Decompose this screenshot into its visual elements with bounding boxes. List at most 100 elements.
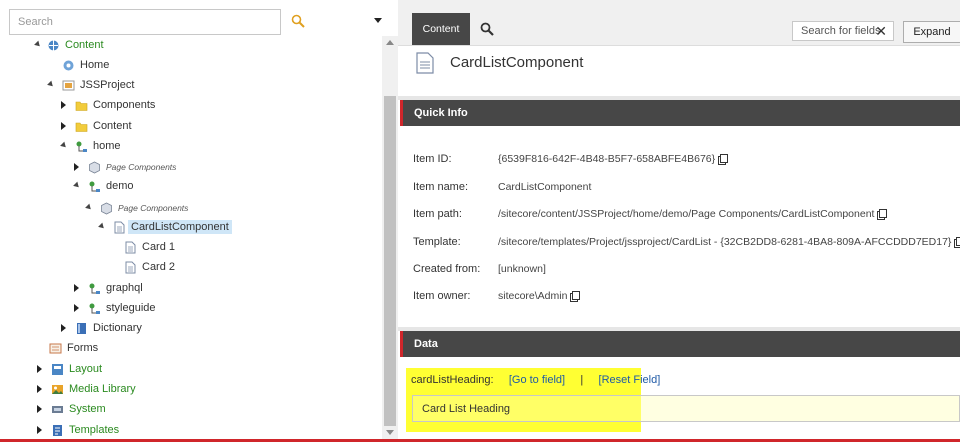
system-icon [52,405,63,413]
expand-toggle-icon[interactable] [61,101,66,109]
tree-node-home[interactable]: Home [62,56,109,74]
card-list-heading-input[interactable]: Card List Heading [412,395,960,422]
info-value: sitecore\Admin [498,290,568,302]
search-icon[interactable] [291,14,305,28]
tree-node-styleguide[interactable]: styleguide [74,299,156,317]
home-globe-icon [63,60,74,70]
expand-button[interactable]: Expand [903,21,960,43]
scrollbar-thumb[interactable] [384,96,396,426]
info-value[interactable]: /sitecore/content/JSSProject/home/demo/P… [498,208,874,220]
tree-label: System [69,403,106,415]
folder-icon [75,101,88,111]
tree-node-system[interactable]: System [37,400,106,418]
expand-toggle-icon[interactable] [37,365,42,373]
expand-toggle-icon[interactable] [61,324,66,332]
tree-node-project-content[interactable]: Content [61,117,132,135]
info-label: Item path: [413,208,462,220]
editor-toolbar: Content Search for fields ✕ Expand [398,0,960,46]
data-section-header[interactable]: Data [400,331,960,357]
page-tree-icon [89,303,100,314]
search-tab-icon[interactable] [480,22,494,36]
tree-node-project-home[interactable]: home [60,137,121,155]
quick-info-header[interactable]: Quick Info [400,100,960,126]
tree-node-demo[interactable]: demo [73,177,134,195]
info-value[interactable]: {6539F816-642F-4B48-B5F7-658ABFE4B676} [498,153,715,165]
tree-node-dictionary[interactable]: Dictionary [61,319,142,337]
expand-toggle-icon[interactable] [74,304,79,312]
tree-node-card-1[interactable]: Card 1 [124,238,175,256]
info-row-template: Template: /sitecore/templates/Project/js… [413,234,960,250]
tree-search-box[interactable] [9,9,281,35]
clear-close-icon[interactable]: ✕ [875,24,887,38]
field-name-label: cardListHeading: [411,374,494,386]
tree-label: graphql [106,282,143,294]
tree-node-content[interactable]: Content [34,36,104,54]
field-search-input[interactable]: Search for fields ✕ [792,21,894,41]
tree-label: JSSProject [80,79,135,91]
scroll-up-arrow-icon[interactable] [386,40,394,45]
tree-label: Components [93,99,156,111]
tree-node-components[interactable]: Components [61,96,155,114]
reset-field-link[interactable]: [Reset Field] [599,374,661,386]
item-document-icon [416,52,434,74]
tab-content[interactable]: Content [412,13,470,45]
copy-icon[interactable] [877,208,888,220]
tree-scrollbar[interactable] [382,36,398,442]
copy-icon[interactable] [954,236,960,248]
templates-icon [53,424,62,436]
tree-label: Home [80,59,110,71]
tree-node-forms[interactable]: Forms [49,339,98,357]
tree-node-graphql[interactable]: graphql [74,279,143,297]
copy-icon[interactable] [570,290,581,302]
tree-node-templates[interactable]: Templates [37,421,119,439]
expand-toggle-icon[interactable] [61,122,66,130]
tree-node-layout[interactable]: Layout [37,360,102,378]
info-row-item-owner: Item owner: sitecore\Admin [413,288,581,304]
info-value: [unknown] [498,263,546,275]
dropdown-arrow-icon[interactable] [374,18,382,23]
expand-toggle-icon[interactable] [74,163,79,171]
folder-icon [75,122,88,132]
collapse-toggle-icon[interactable] [85,203,93,212]
component-box-icon [89,161,100,173]
copy-icon[interactable] [718,153,729,165]
scroll-down-arrow-icon[interactable] [386,430,394,435]
tree-node-card-2[interactable]: Card 2 [124,258,175,276]
collapse-toggle-icon[interactable] [98,222,106,231]
collapse-toggle-icon[interactable] [47,80,55,89]
info-row-created-from: Created from: [unknown] [413,261,546,277]
tree-search-input[interactable] [10,10,280,34]
content-tree: Content Home JSSProject Components Conte… [0,36,382,442]
document-icon [125,241,136,253]
tree-label: Media Library [69,383,136,395]
tree-node-jssproject[interactable]: JSSProject [47,76,135,94]
info-row-item-path: Item path: /sitecore/content/JSSProject/… [413,206,888,222]
tree-node-cardlistcomponent[interactable]: CardListComponent [98,218,232,236]
tree-label: Page Components [106,162,177,172]
expand-toggle-icon[interactable] [37,385,42,393]
info-label: Item name: [413,181,469,193]
tree-node-page-components[interactable]: Page Components [74,158,176,176]
collapse-toggle-icon[interactable] [73,181,81,190]
forms-icon [49,343,62,353]
go-to-field-link[interactable]: [Go to field] [509,374,565,386]
expand-toggle-icon[interactable] [74,284,79,292]
tree-label: Card 2 [142,261,176,273]
tree-node-media-library[interactable]: Media Library [37,380,136,398]
page-tree-icon [89,283,100,294]
layout-icon [52,363,63,375]
item-title: CardListComponent [450,54,584,71]
collapse-toggle-icon[interactable] [34,40,42,49]
tree-label: Dictionary [93,322,142,334]
expand-toggle-icon[interactable] [37,426,42,434]
project-icon [62,80,75,90]
info-label: Item owner: [413,290,471,302]
expand-toggle-icon[interactable] [37,405,42,413]
info-label: Item ID: [413,153,452,165]
document-icon [125,261,136,273]
info-value[interactable]: /sitecore/templates/Project/jssproject/C… [498,236,951,248]
collapse-toggle-icon[interactable] [60,141,68,150]
tree-label: Layout [69,363,103,375]
info-label: Template: [413,236,461,248]
tree-node-page-components-demo[interactable]: Page Components [85,199,188,217]
